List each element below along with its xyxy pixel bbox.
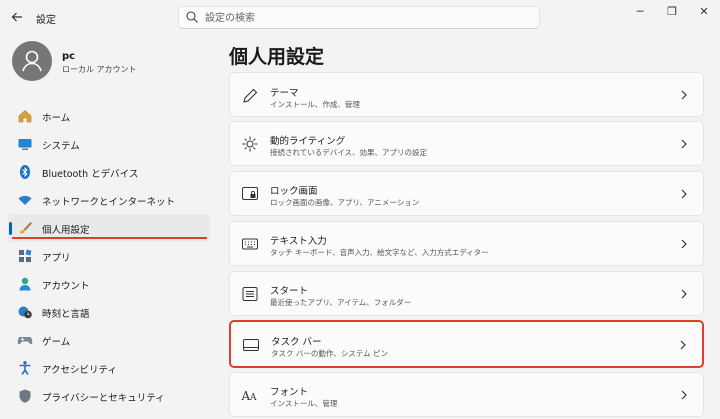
sidebar-item-label: Bluetooth とデバイス [42, 169, 139, 180]
chevron-right-icon [681, 390, 687, 400]
taskbar-icon [243, 339, 259, 351]
sidebar-item-label: システム [42, 141, 80, 152]
apps-icon [19, 249, 32, 262]
card-subtitle: インストール、管理 [270, 399, 338, 408]
sidebar-item-label: 時刻と言語 [42, 309, 90, 320]
home-icon [18, 110, 32, 123]
user-icon [22, 50, 42, 72]
close-button[interactable]: ✕ [690, 4, 718, 20]
sidebar-item-label: アカウント [42, 281, 90, 292]
sidebar-item-label: アクセシビリティ [42, 365, 117, 376]
settings-list: テーマ インストール、作成、管理 動的ライティング 接続されているデバイス、効果… [229, 68, 704, 419]
search-box[interactable] [178, 6, 540, 29]
card-title: タスク バー [271, 337, 322, 348]
sidebar-item-bluetooth[interactable]: Bluetooth とデバイス [8, 158, 210, 186]
lock-screen-icon [242, 187, 258, 200]
user-name: pc [62, 51, 76, 62]
app-title: 設定 [36, 15, 56, 26]
sidebar-item-accessibility[interactable]: アクセシビリティ [8, 354, 210, 382]
card-fonts[interactable]: A A フォント インストール、管理 [229, 372, 704, 417]
card-title: テキスト入力 [270, 236, 327, 247]
monitor-icon [18, 139, 32, 150]
font-icon: A A [241, 389, 257, 403]
sidebar-item-label: プライバシーとセキュリティ [42, 393, 165, 404]
arrow-left-icon [11, 12, 22, 22]
gamepad-icon [17, 337, 33, 345]
svg-text:A: A [249, 393, 257, 403]
maximize-button[interactable]: ❐ [658, 4, 686, 20]
card-start[interactable]: スタート 最近使ったアプリ、アイテム、フォルダー [229, 271, 704, 316]
wifi-icon [18, 195, 32, 205]
chevron-right-icon [681, 239, 687, 249]
keyboard-icon [242, 238, 258, 250]
page-title: 個人用設定 [229, 46, 325, 68]
back-button[interactable] [8, 8, 26, 26]
sidebar-item-label: アプリ [42, 253, 71, 264]
card-title: テーマ [270, 88, 299, 99]
chevron-right-icon [681, 189, 687, 199]
minimize-button[interactable]: ─ [626, 4, 654, 20]
sun-icon [242, 136, 258, 152]
sidebar-item-network[interactable]: ネットワークとインターネット [8, 186, 210, 214]
card-lock-screen[interactable]: ロック画面 ロック画面の画像、アプリ、アニメーション [229, 171, 704, 216]
sidebar-item-label: 個人用設定 [42, 225, 90, 236]
search-input[interactable] [205, 11, 525, 25]
sidebar-item-accounts[interactable]: アカウント [8, 270, 210, 298]
chevron-right-icon [681, 289, 687, 299]
brush-icon [20, 222, 32, 234]
card-title: フォント [270, 387, 309, 398]
pen-icon [243, 88, 258, 103]
accessibility-icon [19, 361, 31, 375]
person-icon [19, 277, 31, 291]
card-title: スタート [270, 286, 309, 297]
search-icon [186, 11, 198, 23]
card-subtitle: タスク バーの動作、システム ピン [271, 349, 389, 358]
sidebar-item-label: ホーム [42, 113, 71, 124]
card-text-input[interactable]: テキスト入力 タッチ キーボード、音声入力、絵文字など、入力方式エディター [229, 221, 704, 266]
card-taskbar[interactable]: タスク バー タスク バーの動作、システム ピン [229, 320, 704, 368]
selection-indicator [9, 222, 12, 235]
card-title: ロック画面 [270, 186, 318, 197]
clock-globe-icon [18, 306, 32, 319]
card-dynamic-lighting[interactable]: 動的ライティング 接続されているデバイス、効果、アプリの設定 [229, 121, 704, 166]
account-type: ローカル アカウント [62, 65, 137, 74]
sidebar-item-home[interactable]: ホーム [8, 102, 210, 130]
chevron-right-icon [681, 90, 687, 100]
card-subtitle: タッチ キーボード、音声入力、絵文字など、入力方式エディター [270, 248, 489, 257]
bluetooth-icon [20, 165, 30, 179]
chevron-right-icon [681, 139, 687, 149]
card-subtitle: インストール、作成、管理 [270, 100, 360, 109]
highlight-underline [12, 237, 207, 239]
card-subtitle: ロック画面の画像、アプリ、アニメーション [270, 198, 420, 207]
card-subtitle: 最近使ったアプリ、アイテム、フォルダー [270, 298, 412, 307]
sidebar-item-apps[interactable]: アプリ [8, 242, 210, 270]
sidebar-item-label: ネットワークとインターネット [42, 197, 176, 208]
card-subtitle: 接続されているデバイス、効果、アプリの設定 [270, 148, 428, 157]
sidebar-item-label: ゲーム [42, 337, 71, 348]
sidebar-item-privacy-security[interactable]: プライバシーとセキュリティ [8, 382, 210, 410]
sidebar-item-system[interactable]: システム [8, 130, 210, 158]
shield-icon [19, 389, 31, 403]
title-bar: 設定 ─ ❐ ✕ [0, 0, 720, 34]
card-themes[interactable]: テーマ インストール、作成、管理 [229, 72, 704, 117]
chevron-right-icon [680, 340, 686, 350]
sidebar-nav: ホーム システム Bluetooth とデバイス ネットワークとインターネット … [8, 102, 210, 410]
card-title: 動的ライティング [270, 136, 346, 147]
sidebar-item-gaming[interactable]: ゲーム [8, 326, 210, 354]
avatar[interactable] [12, 41, 52, 81]
sidebar-item-time-language[interactable]: 時刻と言語 [8, 298, 210, 326]
start-icon [242, 287, 258, 301]
